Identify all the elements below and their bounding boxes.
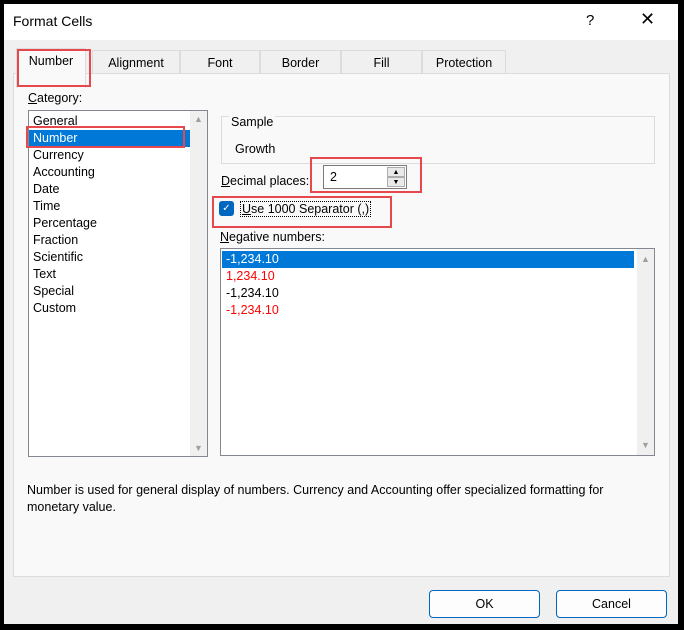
tab-alignment[interactable]: Alignment <box>92 50 180 74</box>
description-text: Number is used for general display of nu… <box>27 483 604 514</box>
category-item[interactable]: Number <box>29 130 207 147</box>
decimal-places-value[interactable]: 2 <box>330 170 337 184</box>
category-item[interactable]: Accounting <box>29 164 207 181</box>
category-item[interactable]: General <box>29 113 207 130</box>
negative-numbers-label: Negative numbers: <box>220 230 325 244</box>
scroll-down-icon[interactable]: ▼ <box>194 443 203 453</box>
category-scrollbar[interactable]: ▲ ▼ <box>190 111 207 456</box>
spin-up-icon[interactable]: ▲ <box>387 167 405 177</box>
tab-number[interactable]: Number <box>16 48 86 88</box>
category-item[interactable]: Custom <box>29 300 207 317</box>
negative-scrollbar[interactable]: ▲ ▼ <box>637 249 654 455</box>
sample-label: Sample <box>229 115 276 129</box>
close-icon[interactable]: ✕ <box>640 9 655 30</box>
decimal-places-input[interactable]: 2 ▲ ▼ <box>323 165 407 189</box>
negative-number-item[interactable]: -1,234.10 <box>222 285 634 302</box>
category-item[interactable]: Scientific <box>29 249 207 266</box>
scroll-up-icon[interactable]: ▲ <box>641 254 650 264</box>
category-label: Category: <box>28 91 83 105</box>
dialog-title: Format Cells <box>13 13 93 29</box>
cancel-button[interactable]: Cancel <box>556 590 667 618</box>
negative-number-item[interactable]: 1,234.10 <box>222 268 634 285</box>
tab-border[interactable]: Border <box>260 50 341 74</box>
format-cells-dialog: Format Cells ? ✕ Number Alignment Font B… <box>4 4 678 624</box>
category-item[interactable]: Special <box>29 283 207 300</box>
sample-value: Growth <box>235 142 276 156</box>
category-item[interactable]: Text <box>29 266 207 283</box>
category-item[interactable]: Fraction <box>29 232 207 249</box>
separator-checkbox[interactable]: ✓ <box>219 201 234 216</box>
category-item[interactable]: Time <box>29 198 207 215</box>
category-list[interactable]: General Number Currency Accounting Date Time P… <box>28 110 208 457</box>
negative-numbers-list[interactable]: -1,234.10 1,234.10 -1,234.10 -1,234.10 ▲ ▼ <box>220 248 655 456</box>
negative-number-item[interactable]: -1,234.10 <box>222 251 634 268</box>
separator-label[interactable]: Use 1000 Separator (,) <box>240 201 372 217</box>
tab-fill[interactable]: Fill <box>341 50 422 74</box>
tab-protection[interactable]: Protection <box>422 50 506 74</box>
decimal-places-label: Decimal places: <box>221 174 310 188</box>
title-bar: Format Cells ? ✕ <box>4 4 678 40</box>
category-item[interactable]: Percentage <box>29 215 207 232</box>
category-item[interactable]: Currency <box>29 147 207 164</box>
ok-button[interactable]: OK <box>429 590 540 618</box>
spin-down-icon[interactable]: ▼ <box>387 177 405 187</box>
tab-font[interactable]: Font <box>180 50 260 74</box>
negative-number-item[interactable]: -1,234.10 <box>222 302 634 319</box>
help-button[interactable]: ? <box>586 12 594 29</box>
scroll-up-icon[interactable]: ▲ <box>194 114 203 124</box>
category-item[interactable]: Date <box>29 181 207 198</box>
scroll-down-icon[interactable]: ▼ <box>641 440 650 450</box>
sample-group: Sample Growth <box>221 115 655 164</box>
